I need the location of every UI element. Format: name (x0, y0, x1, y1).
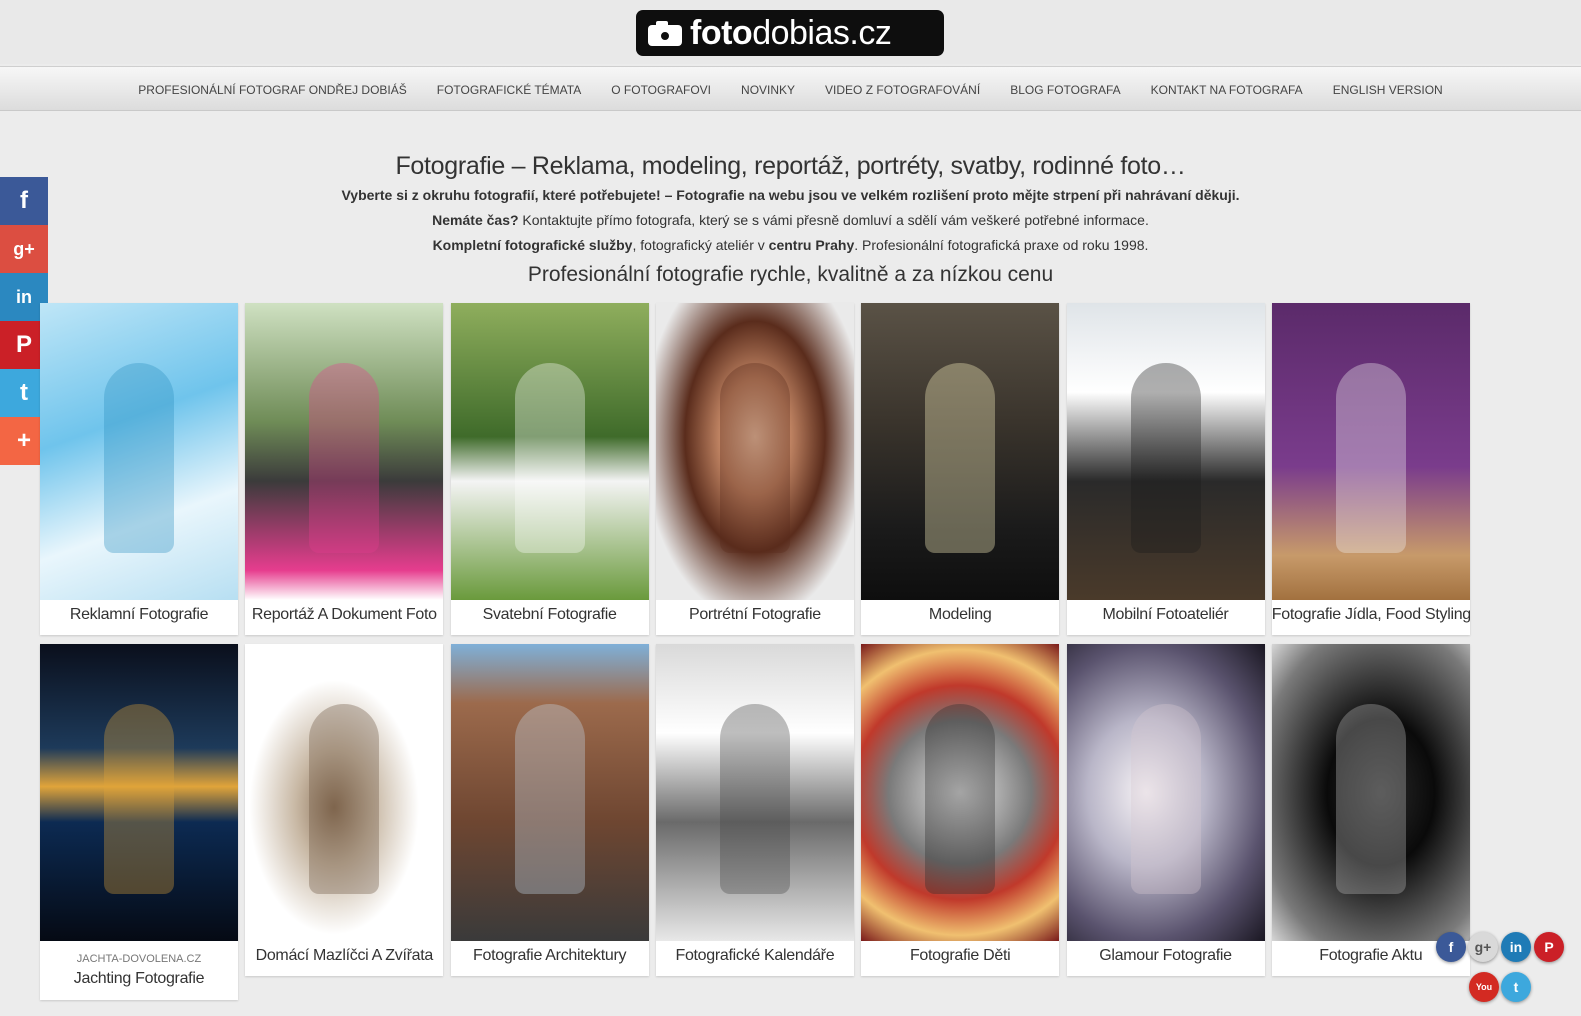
photo-subject (925, 704, 996, 894)
category-card[interactable]: JACHTA-DOVOLENA.CZ Jachting Fotografie (40, 644, 238, 1000)
category-photo[interactable] (1271, 303, 1470, 600)
nav-item-2[interactable]: FOTOGRAFICKÉ TÉMATA (437, 83, 581, 97)
nav-item-5[interactable]: VIDEO Z FOTOGRAFOVÁNÍ (825, 83, 980, 97)
twitter-icon[interactable]: t (1501, 972, 1531, 1002)
intro-section: Fotografie – Reklama, modeling, reportáž… (0, 152, 1581, 287)
category-card[interactable]: Reklamní Fotografie (40, 303, 238, 635)
nav-item-4[interactable]: NOVINKY (741, 83, 795, 97)
category-caption[interactable]: Fotografické Kalendáře (656, 941, 854, 976)
category-caption[interactable]: Modeling (861, 600, 1059, 635)
category-caption[interactable]: Svatební Fotografie (451, 600, 649, 635)
photo-subject (719, 363, 790, 553)
photo-subject (309, 704, 380, 894)
photo-subject (719, 704, 790, 894)
category-caption[interactable]: Fotografie Děti (861, 941, 1059, 976)
category-card[interactable]: Mobilní Fotoateliér (1066, 303, 1265, 635)
intro-line-3: Kompletní fotografické služby, fotografi… (432, 237, 1149, 253)
nav-item-3[interactable]: O FOTOGRAFOVI (611, 83, 711, 97)
category-caption[interactable]: Fotografie Jídla, Food Styling (1272, 600, 1470, 635)
category-caption[interactable]: Glamour Fotografie (1067, 941, 1265, 976)
category-photo[interactable] (655, 303, 854, 600)
category-photo[interactable] (1271, 644, 1470, 941)
photo-subject (514, 363, 585, 553)
category-caption[interactable]: Fotografie Architektury (451, 941, 649, 976)
photo-subject (925, 363, 996, 553)
category-photo[interactable] (245, 644, 444, 941)
nav-item-6[interactable]: BLOG FOTOGRAFA (1010, 83, 1120, 97)
category-photo[interactable] (245, 303, 444, 600)
category-caption[interactable]: Jachting Fotografie (40, 965, 238, 1000)
category-card[interactable]: Glamour Fotografie (1066, 644, 1265, 976)
category-card[interactable]: Fotografie Architektury (450, 644, 649, 976)
category-photo[interactable] (655, 644, 854, 941)
category-photo[interactable] (450, 644, 649, 941)
category-caption[interactable]: Portrétní Fotografie (656, 600, 854, 635)
photo-subject (1335, 704, 1406, 894)
googleplus-icon[interactable]: g+ (1468, 932, 1498, 962)
category-sub-label: JACHTA-DOVOLENA.CZ (76, 953, 202, 965)
youtube-icon[interactable]: You (1469, 972, 1499, 1002)
category-caption[interactable]: Domácí Mazlíčci A Zvířata (245, 941, 443, 976)
photo-subject (104, 704, 174, 894)
category-caption[interactable]: Mobilní Fotoateliér (1067, 600, 1265, 635)
nav-item-8[interactable]: ENGLISH VERSION (1333, 83, 1443, 97)
photo-subject (309, 363, 380, 553)
category-card[interactable]: Domácí Mazlíčci A Zvířata (245, 644, 444, 976)
photo-subject (514, 704, 585, 894)
intro-line-2: Nemáte čas? Kontaktujte přímo fotografa,… (432, 212, 1149, 228)
category-card[interactable]: Fotografie Jídla, Food Styling (1271, 303, 1470, 635)
camera-icon (648, 20, 682, 46)
category-photo[interactable] (450, 303, 649, 600)
photo-subject (104, 363, 174, 553)
main-navigation: PROFESIONÁLNÍ FOTOGRAF ONDŘEJ DOBIÁŠ FOTO… (0, 66, 1581, 111)
category-card[interactable]: Reportáž A Dokument Foto (245, 303, 444, 635)
nav-item-1[interactable]: PROFESIONÁLNÍ FOTOGRAF ONDŘEJ DOBIÁŠ (138, 83, 406, 97)
header-bar: fotodobias.cz (0, 0, 1581, 64)
photo-subject (1130, 704, 1201, 894)
category-photo[interactable] (861, 303, 1060, 600)
facebook-icon[interactable]: f (1436, 932, 1466, 962)
category-photo[interactable] (40, 644, 238, 941)
logo-text: fotodobias.cz (690, 14, 892, 52)
category-caption[interactable]: Reportáž A Dokument Foto (245, 600, 443, 635)
nav-item-7[interactable]: KONTAKT NA FOTOGRAFA (1151, 83, 1303, 97)
page-subtitle: Profesionální fotografie rychle, kvalitn… (527, 263, 1054, 286)
category-photo[interactable] (1066, 644, 1265, 941)
category-photo[interactable] (1066, 303, 1265, 600)
category-photo[interactable] (861, 644, 1060, 941)
linkedin-icon[interactable]: in (1501, 932, 1531, 962)
category-caption[interactable]: Reklamní Fotografie (40, 600, 238, 635)
pinterest-icon[interactable]: P (1534, 932, 1564, 962)
category-card[interactable]: Svatební Fotografie (450, 303, 649, 635)
social-icons-bottom: f g+ in P You t (1436, 932, 1581, 1016)
intro-line-1: Vyberte si z okruhu fotografií, které po… (341, 187, 1240, 203)
category-card[interactable]: Portrétní Fotografie (655, 303, 854, 635)
photo-subject (1130, 363, 1201, 553)
site-logo[interactable]: fotodobias.cz (636, 10, 944, 56)
category-card[interactable]: Fotografické Kalendáře (655, 644, 854, 976)
category-photo[interactable] (40, 303, 238, 600)
category-card[interactable]: Fotografie Aktu (1271, 644, 1470, 976)
category-card[interactable]: Fotografie Děti (861, 644, 1060, 976)
page-title: Fotografie – Reklama, modeling, reportáž… (395, 152, 1186, 180)
photo-subject (1335, 363, 1406, 553)
category-card[interactable]: Modeling (861, 303, 1060, 635)
